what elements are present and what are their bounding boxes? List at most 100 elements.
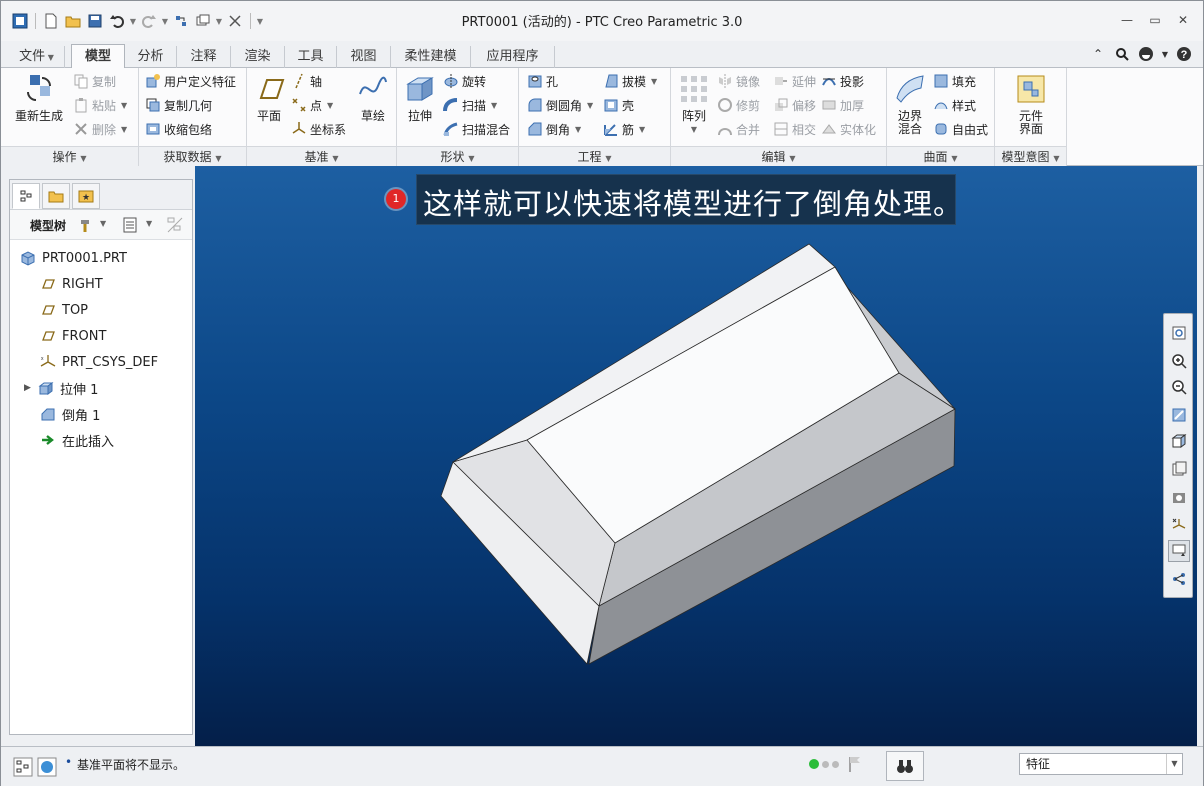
sketch-button[interactable]: 草绘: [355, 72, 391, 123]
extend-button[interactable]: 延伸: [773, 70, 816, 92]
minimize-button[interactable]: —: [1113, 9, 1141, 31]
windows-icon[interactable]: [192, 10, 214, 32]
redo-dropdown-icon[interactable]: ▼: [160, 10, 170, 32]
swept-blend-button[interactable]: 扫描混合: [443, 118, 510, 140]
offset-button[interactable]: 偏移: [773, 94, 816, 116]
tab-tools[interactable]: 工具: [285, 46, 337, 68]
model-tree-tab-icon[interactable]: [12, 183, 40, 209]
group-label-engineering[interactable]: 工程 ▼: [519, 146, 670, 166]
display-style-icon[interactable]: [1168, 430, 1190, 452]
maximize-button[interactable]: ▭: [1141, 9, 1169, 31]
view-manager-icon[interactable]: [1168, 486, 1190, 508]
tree-item-chamfer[interactable]: 倒角 1: [40, 402, 100, 426]
tree-item-part[interactable]: PRT0001.PRT: [20, 246, 127, 270]
ptc-community-icon[interactable]: [1137, 45, 1155, 63]
shrinkwrap-button[interactable]: 收缩包络: [145, 118, 212, 140]
group-label-get-data[interactable]: 获取数据 ▼: [139, 146, 246, 166]
plane-button[interactable]: 平面: [251, 72, 287, 123]
group-label-model-intent[interactable]: 模型意图 ▼: [995, 146, 1066, 166]
mirror-button[interactable]: 镜像: [717, 70, 760, 92]
rib-button[interactable]: 筋 ▼: [603, 118, 645, 140]
refit-icon[interactable]: [1168, 322, 1190, 344]
group-label-operations[interactable]: 操作 ▼: [1, 146, 138, 166]
flag-icon[interactable]: [847, 755, 863, 776]
copy-button[interactable]: 复制: [73, 70, 116, 92]
open-folder-icon[interactable]: [62, 10, 84, 32]
chamfered-block-model[interactable]: [195, 166, 1197, 746]
search-icon[interactable]: [1113, 45, 1131, 63]
shell-button[interactable]: 壳: [603, 94, 634, 116]
show-list-icon[interactable]: [122, 216, 140, 237]
hole-button[interactable]: 孔: [527, 70, 558, 92]
component-interface-button[interactable]: 元件界面: [1011, 72, 1051, 136]
regenerate-icon[interactable]: [170, 10, 192, 32]
close-button[interactable]: ✕: [1169, 9, 1197, 31]
close-window-icon[interactable]: [224, 10, 246, 32]
udf-button[interactable]: 用户定义特征: [145, 70, 236, 92]
annotation-display-icon[interactable]: [1168, 540, 1190, 562]
group-label-datum[interactable]: 基准 ▼: [247, 146, 396, 166]
community-dropdown-icon[interactable]: ▼: [1161, 45, 1169, 63]
undo-icon[interactable]: [106, 10, 128, 32]
merge-button[interactable]: 合并: [717, 118, 760, 140]
round-button[interactable]: 倒圆角 ▼: [527, 94, 593, 116]
pattern-button[interactable]: 阵列 ▼: [675, 72, 713, 136]
folder-browser-tab-icon[interactable]: [42, 183, 70, 209]
tab-render[interactable]: 渲染: [231, 46, 285, 68]
zoom-in-icon[interactable]: [1168, 350, 1190, 372]
freestyle-button[interactable]: 自由式: [933, 118, 988, 140]
fill-button[interactable]: 填充: [933, 70, 976, 92]
extrude-button[interactable]: 拉伸: [401, 72, 439, 123]
customize-qat-icon[interactable]: ▼: [255, 10, 265, 32]
sweep-button[interactable]: 扫描 ▼: [443, 94, 497, 116]
tab-applications[interactable]: 应用程序: [471, 46, 555, 68]
tab-analysis[interactable]: 分析: [125, 46, 177, 68]
spin-center-icon[interactable]: [1168, 568, 1190, 590]
csys-button[interactable]: 坐标系: [291, 118, 346, 140]
solidify-button[interactable]: 实体化: [821, 118, 876, 140]
tab-model[interactable]: 模型: [71, 44, 125, 69]
point-button[interactable]: 点 ▼: [291, 94, 333, 116]
save-icon[interactable]: [84, 10, 106, 32]
help-icon[interactable]: ?: [1175, 45, 1193, 63]
tab-flexible-modeling[interactable]: 柔性建模: [391, 46, 471, 68]
datum-display-icon[interactable]: [1168, 514, 1190, 536]
expand-arrow-icon[interactable]: ▶: [24, 383, 38, 393]
delete-button[interactable]: 删除 ▼: [73, 118, 127, 140]
chamfer-button[interactable]: 倒角 ▼: [527, 118, 581, 140]
draft-button[interactable]: 拔模 ▼: [603, 70, 657, 92]
tree-item-extrude[interactable]: ▶ 拉伸 1: [24, 376, 98, 400]
tree-item-top[interactable]: TOP: [40, 298, 88, 322]
tab-file[interactable]: 文件 ▼: [9, 46, 65, 68]
project-button[interactable]: 投影: [821, 70, 864, 92]
thicken-button[interactable]: 加厚: [821, 94, 864, 116]
windows-dropdown-icon[interactable]: ▼: [214, 10, 224, 32]
selection-filter-dropdown[interactable]: 特征 ▼: [1019, 753, 1183, 775]
style-button[interactable]: 样式: [933, 94, 976, 116]
boundary-blend-button[interactable]: 边界混合: [891, 72, 929, 136]
filter-tree-icon[interactable]: [166, 216, 184, 237]
tab-view[interactable]: 视图: [337, 46, 391, 68]
tab-annotate[interactable]: 注释: [177, 46, 231, 68]
favorites-tab-icon[interactable]: ★: [72, 183, 100, 209]
settings-dropdown-icon[interactable]: ▼: [100, 219, 106, 228]
intersect-button[interactable]: 相交: [773, 118, 816, 140]
zoom-out-icon[interactable]: [1168, 376, 1190, 398]
group-label-shapes[interactable]: 形状 ▼: [397, 146, 518, 166]
settings-hammer-icon[interactable]: [78, 216, 96, 237]
paste-button[interactable]: 粘贴 ▼: [73, 94, 127, 116]
repaint-icon[interactable]: [1168, 404, 1190, 426]
collapse-ribbon-icon[interactable]: ⌃: [1089, 45, 1107, 63]
regenerate-button[interactable]: 重新生成: [13, 72, 65, 123]
redo-icon[interactable]: [138, 10, 160, 32]
saved-orientations-icon[interactable]: [1168, 458, 1190, 480]
tree-item-insert-here[interactable]: 在此插入: [40, 428, 114, 452]
show-model-tree-icon[interactable]: [13, 757, 33, 780]
axis-button[interactable]: 轴: [291, 70, 322, 92]
new-file-icon[interactable]: [40, 10, 62, 32]
browser-icon[interactable]: [37, 757, 57, 780]
tree-item-csys[interactable]: x PRT_CSYS_DEF: [40, 350, 158, 374]
tree-item-right[interactable]: RIGHT: [40, 272, 103, 296]
trim-button[interactable]: 修剪: [717, 94, 760, 116]
tree-item-front[interactable]: FRONT: [40, 324, 106, 348]
